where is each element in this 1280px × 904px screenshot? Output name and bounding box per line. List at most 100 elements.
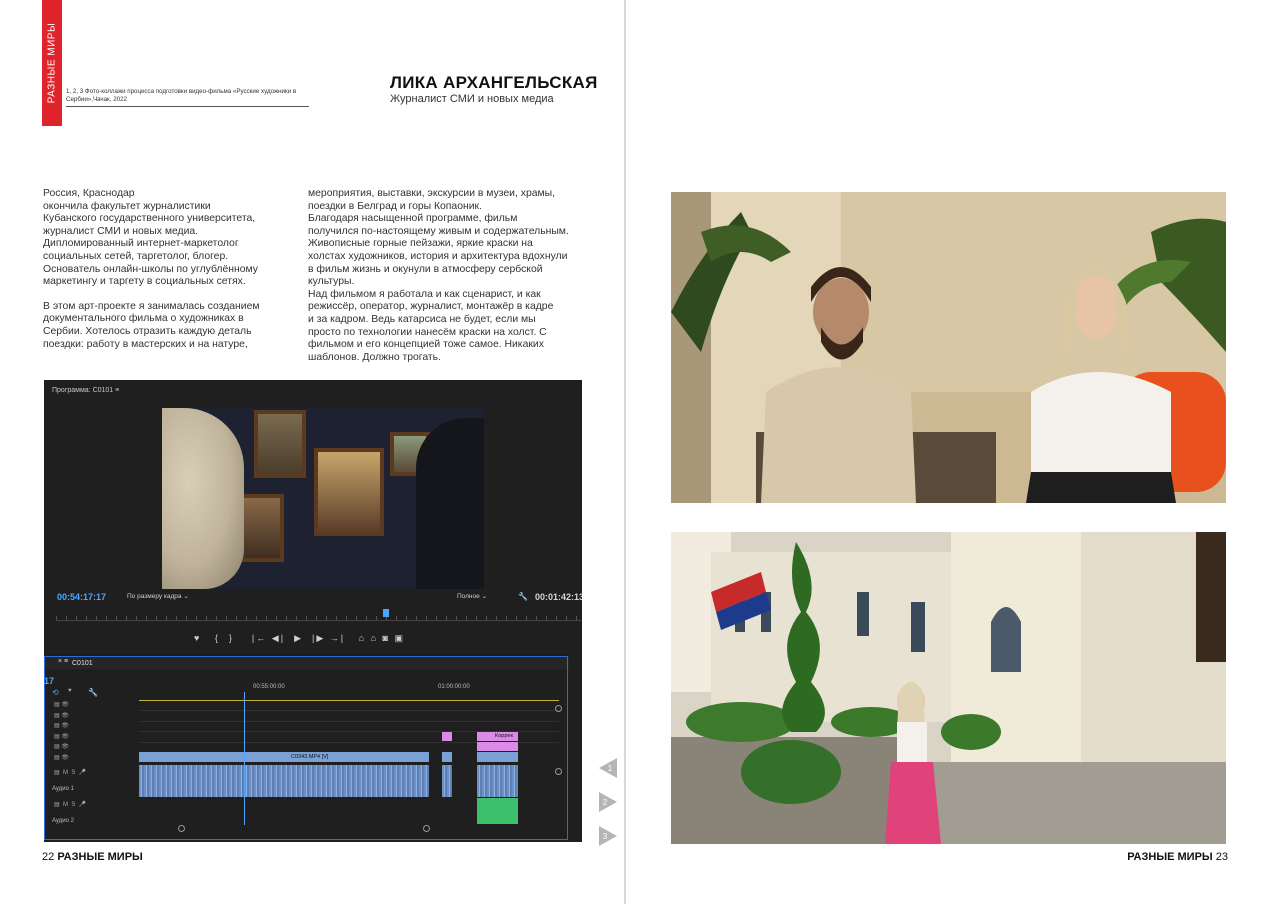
clip-audio-2[interactable] [477, 798, 518, 824]
side-tab: РАЗНЫЕ МИРЫ [42, 0, 62, 126]
street-illustration [671, 532, 1226, 844]
text-column-2: мероприятия, выставки, экскурсии в музеи… [308, 188, 608, 364]
text-line: просто по технологии нанесём краски на х… [308, 326, 547, 338]
track-divider [139, 710, 559, 711]
marker-number-1: 1 [608, 764, 613, 773]
timeline-frame-number: 17 [44, 676, 55, 686]
text-line: мероприятия, выставки, экскурсии в музеи… [308, 188, 556, 199]
chevron-down-icon: ⌄ [481, 593, 488, 600]
photo-interview [671, 192, 1226, 503]
quality-dropdown[interactable]: Полное ⌄ [457, 592, 487, 600]
author-name: ЛИКА АРХАНГЕЛЬСКАЯ [390, 73, 598, 92]
snap-icon[interactable]: ⟲ [52, 688, 59, 697]
menu-icon: ≡ [115, 387, 120, 394]
marker-icon[interactable]: ♥ [194, 633, 201, 643]
wrench-icon[interactable]: 🔧 [518, 592, 528, 601]
program-ruler[interactable] [56, 608, 581, 621]
vertical-scroll-handle[interactable] [555, 705, 562, 712]
text-line: В этом арт-проекте я занималась создание… [43, 300, 260, 312]
audio-2-controls[interactable]: ▤ M S 🎤 [54, 801, 86, 808]
text-line: маркетингу и таргету в социальных сетях. [43, 276, 246, 288]
go-to-out-icon[interactable]: →| [330, 633, 345, 643]
timeline-playhead[interactable] [244, 692, 245, 825]
program-preview [162, 408, 484, 589]
clip-audio-1c[interactable] [477, 765, 518, 797]
text-line: Кубанского государственного университета… [43, 213, 256, 225]
dark-hair-foreground [416, 418, 484, 589]
marker-triangle-2: 2 [599, 792, 617, 812]
clip-audio-1[interactable] [139, 765, 429, 797]
scrollbar-handle-left[interactable] [178, 825, 185, 832]
clip-audio-1b[interactable] [442, 765, 452, 797]
interview-illustration [671, 192, 1226, 503]
fit-dropdown[interactable]: По размеру кадра ⌄ [127, 592, 189, 600]
text-line: Россия, Краснодар [43, 188, 135, 199]
current-timecode[interactable]: 00:54:17:17 [57, 592, 106, 602]
text-line [43, 289, 298, 301]
chevron-down-icon: ⌄ [183, 593, 189, 600]
track-name-audio-1: Аудио 1 [52, 786, 74, 792]
text-line: документального фильма о художниках в [43, 313, 244, 325]
clip-adjustment[interactable] [442, 732, 452, 741]
text-line: и за кадром. Ведь катарсиса не будет, ес… [308, 313, 536, 325]
text-line: поездки в Белград и горы Копаоник. [308, 200, 482, 212]
left-page: РАЗНЫЕ МИРЫ 1, 2, 3 Фото-коллажи процесс… [0, 0, 624, 904]
go-to-in-icon[interactable]: |← [252, 633, 267, 643]
text-column-1: Россия, Краснодар окончила факультет журн… [43, 188, 298, 351]
text-line: получился по-настоящему живым и содержат… [308, 225, 569, 237]
track-name-audio-2: Аудио 2 [52, 818, 74, 824]
mark-out-icon[interactable]: } [229, 633, 234, 643]
clip-fx[interactable]: Коррек [477, 732, 518, 741]
painting-portrait-2 [314, 448, 384, 536]
text-line: в фильм жизнь и окунули в атмосферу серб… [308, 263, 543, 275]
clip-video-2[interactable] [442, 752, 452, 762]
photo-caption: 1, 2, 3 Фото-коллажи процесса подготовки… [66, 88, 309, 107]
text-line: культуры. [308, 276, 355, 288]
clip-video[interactable]: C0343.MP4 [V] [139, 752, 429, 762]
extract-icon[interactable]: ⌂ [371, 633, 378, 643]
play-icon[interactable]: ▶ [294, 633, 303, 643]
mark-in-icon[interactable]: { [215, 633, 220, 643]
clip-fx-2[interactable] [477, 742, 518, 751]
program-monitor-title: Программа: C0101 ≡ [52, 387, 120, 394]
scrollbar-handle-right[interactable] [423, 825, 430, 832]
work-area-bar [139, 700, 559, 701]
video-editor-screenshot: Программа: C0101 ≡ 00:54:17:17 По размер… [44, 380, 582, 842]
text-line: поездки: работу в мастерских и на натуре… [43, 338, 248, 350]
step-forward-icon[interactable]: |▶ [312, 633, 325, 643]
step-back-icon[interactable]: ◀| [272, 633, 285, 643]
painting-portrait-1 [254, 410, 306, 478]
clip-video-3[interactable] [477, 752, 518, 762]
text-line: журналист СМИ и новых медиа. [43, 225, 199, 237]
duration-timecode: 00:01:42:13 [535, 592, 582, 602]
program-playhead[interactable] [383, 609, 389, 617]
text-line: Над фильмом я работала и как сценарист, … [308, 288, 541, 300]
marker-number-2: 2 [603, 798, 608, 807]
marker-icon[interactable]: ♥ [68, 688, 72, 694]
photo-street [671, 532, 1226, 844]
video-track-headers[interactable]: ▤ 👁 ▤ 👁 ▤ 👁 ▤ 👁 ▤ 👁 ▤ 👁 [54, 700, 69, 763]
page-folio-right: РАЗНЫЕ МИРЫ 23 [1127, 851, 1228, 863]
page-folio-left: 22 РАЗНЫЕ МИРЫ [42, 851, 143, 863]
text-line: холстах художников, история и архитектур… [308, 250, 568, 262]
author-role: Журналист СМИ и новых медиа [390, 93, 554, 105]
wrench-icon[interactable]: 🔧 [88, 688, 98, 697]
transport-controls: ♥ { } |← ◀| ▶ |▶ →| ⌂ ⌂ ◙ ▣ [194, 633, 405, 644]
lift-icon[interactable]: ⌂ [359, 633, 366, 643]
compare-icon[interactable]: ▣ [395, 633, 406, 643]
text-line: Основатель онлайн-школы по углублённому [43, 263, 258, 275]
text-line: фильмом и его концепцией тоже самое. Ник… [308, 339, 544, 351]
text-line: Благодаря насыщенной программе, фильм [308, 213, 518, 225]
text-line: социальных сетей, таргетолог, блогер. [43, 250, 229, 262]
vertical-scroll-handle[interactable] [555, 768, 562, 775]
text-line: режиссёр, оператор, журналист, монтажёр … [308, 301, 554, 313]
marker-triangle-3: 3 [599, 826, 617, 846]
text-line: шаблонов. Должно трогать. [308, 351, 441, 363]
audio-1-controls[interactable]: ▤ M S 🎤 [54, 769, 86, 776]
track-divider [139, 721, 559, 722]
blonde-hair-foreground [162, 408, 244, 589]
text-line: Сербии. Хотелось отразить каждую деталь [43, 325, 252, 337]
ruler-mark-2: 01:00:00:00 [438, 684, 470, 690]
ruler-mark-1: 00:55:00:00 [253, 684, 285, 690]
camera-icon[interactable]: ◙ [383, 633, 390, 643]
